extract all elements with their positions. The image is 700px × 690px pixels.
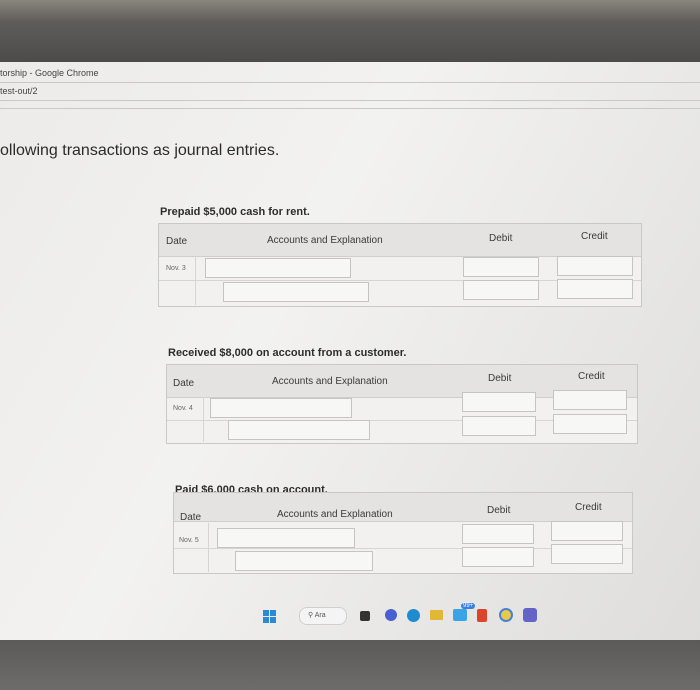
accounts-header: Accounts and Explanation xyxy=(277,509,393,520)
store-icon[interactable] xyxy=(499,608,513,622)
explanation-input[interactable] xyxy=(228,420,370,440)
taskbar: ⚲ Ara 99+ xyxy=(255,603,575,628)
credit-input[interactable] xyxy=(557,256,633,276)
window-title: torship - Google Chrome xyxy=(0,68,99,78)
account-input[interactable] xyxy=(210,398,352,418)
teams-icon[interactable] xyxy=(523,608,537,622)
accounts-header: Accounts and Explanation xyxy=(272,376,388,387)
table-row xyxy=(167,414,637,442)
account-input[interactable] xyxy=(217,528,355,548)
credit-header: Credit xyxy=(575,502,602,513)
credit-input[interactable] xyxy=(557,279,633,299)
date-cell xyxy=(174,523,209,548)
explanation-input[interactable] xyxy=(235,551,373,571)
address-bar-url[interactable]: test-out/2 xyxy=(0,86,38,96)
toolbar-divider xyxy=(0,108,700,109)
monitor-top-bezel xyxy=(0,0,700,62)
search-placeholder: Ara xyxy=(314,612,326,619)
credit-input[interactable] xyxy=(551,521,623,541)
table-header: Date Accounts and Explanation Debit Cred… xyxy=(174,493,632,523)
debit-header: Debit xyxy=(488,373,512,384)
debit-input[interactable] xyxy=(462,547,534,567)
taskbar-search[interactable]: ⚲ Ara xyxy=(299,607,347,625)
date-cell xyxy=(167,420,204,442)
credit-input[interactable] xyxy=(551,544,623,564)
debit-header: Debit xyxy=(489,233,513,244)
credit-header: Credit xyxy=(581,231,608,242)
entry-prompt: Received $8,000 on account from a custom… xyxy=(168,347,407,359)
monitor-bottom-bezel xyxy=(0,640,700,690)
edge-icon[interactable] xyxy=(407,609,420,622)
table-header: Date Accounts and Explanation Debit Cred… xyxy=(159,224,641,257)
mail-icon[interactable] xyxy=(453,609,467,621)
entry-date: Nov. 3 xyxy=(166,265,186,272)
debit-header: Debit xyxy=(487,505,511,516)
table-row: Nov. 3 xyxy=(159,256,641,281)
date-cell xyxy=(159,280,196,305)
entry-date: Nov. 4 xyxy=(173,405,193,412)
debit-input[interactable] xyxy=(463,280,539,300)
table-row xyxy=(174,544,632,572)
debit-input[interactable] xyxy=(462,392,536,412)
search-icon: ⚲ xyxy=(308,612,314,619)
entry-prompt: Prepaid $5,000 cash for rent. xyxy=(160,206,310,218)
journal-table: Date Accounts and Explanation Debit Cred… xyxy=(166,364,638,444)
task-view-icon[interactable] xyxy=(360,611,370,621)
credit-header: Credit xyxy=(578,371,605,382)
accounts-header: Accounts and Explanation xyxy=(267,235,383,246)
date-header: Date xyxy=(180,512,202,523)
journal-table: Date Accounts and Explanation Debit Cred… xyxy=(158,223,642,307)
journal-table: Date Accounts and Explanation Debit Cred… xyxy=(173,492,633,574)
page-heading: ollowing transactions as journal entries… xyxy=(0,142,280,159)
office-icon[interactable] xyxy=(477,609,487,622)
debit-input[interactable] xyxy=(463,257,539,277)
date-header: Date xyxy=(173,378,195,389)
toolbar-divider xyxy=(0,82,700,83)
table-row xyxy=(159,279,641,305)
account-input[interactable] xyxy=(205,258,351,278)
toolbar-divider xyxy=(0,100,700,101)
credit-input[interactable] xyxy=(553,390,627,410)
chat-icon[interactable] xyxy=(385,609,397,621)
date-header: Date xyxy=(166,236,188,247)
debit-input[interactable] xyxy=(462,524,534,544)
date-cell xyxy=(174,548,209,572)
credit-input[interactable] xyxy=(553,414,627,434)
notification-badge: 99+ xyxy=(461,603,476,609)
windows-start-icon[interactable] xyxy=(263,610,277,624)
explanation-input[interactable] xyxy=(223,282,369,302)
debit-input[interactable] xyxy=(462,416,536,436)
file-explorer-icon[interactable] xyxy=(430,610,443,620)
entry-date: Nov. 5 xyxy=(179,537,199,544)
